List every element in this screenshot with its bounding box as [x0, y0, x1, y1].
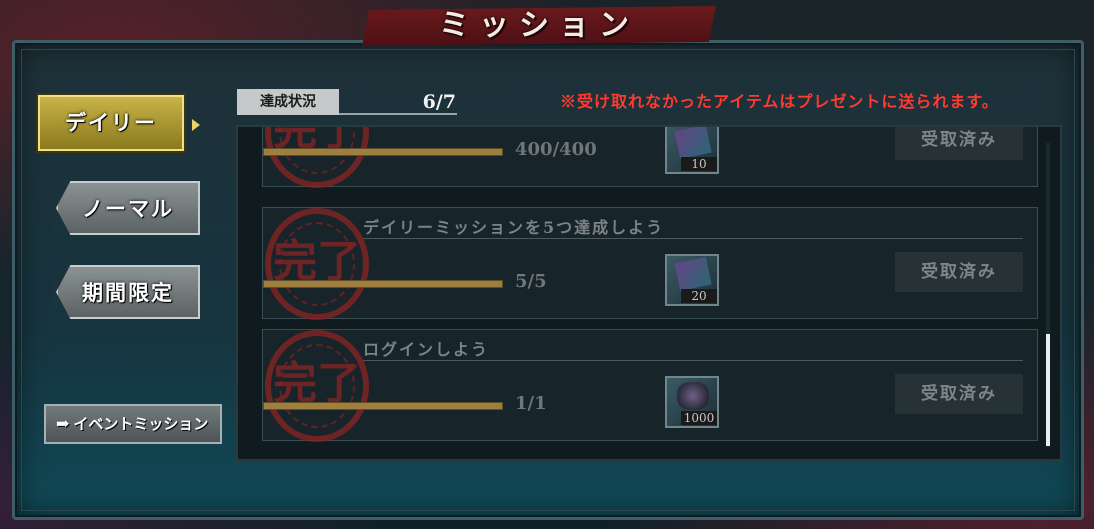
gem-pack-icon: [674, 256, 712, 292]
progress-label: 達成状況: [237, 89, 339, 115]
mission-title: デイリーミッションを5つ達成しよう: [363, 218, 665, 237]
divider: [363, 360, 1023, 361]
tab-daily[interactable]: デイリー: [38, 95, 184, 151]
reward-quantity: 1000: [681, 411, 717, 425]
mission-progress-bar: [263, 148, 503, 156]
gem-pack-icon: [674, 127, 712, 160]
claimed-button[interactable]: 受取済み: [895, 374, 1023, 414]
tab-normal[interactable]: ノーマル: [56, 181, 200, 235]
scrollbar-thumb[interactable]: [1046, 334, 1050, 446]
mission-progress-bar: [263, 402, 503, 410]
mission-title: ログインしよう: [363, 340, 490, 359]
completed-stamp-icon: 完了: [265, 330, 369, 442]
mission-progress-fill: [264, 281, 502, 287]
mission-progress-bar: [263, 280, 503, 288]
mission-row: 完了 ログインしよう 1/1 1000 受取済み: [262, 329, 1038, 442]
mission-progress-count: 5/5: [515, 271, 547, 292]
claimed-button[interactable]: 受取済み: [895, 252, 1023, 292]
notice-text: ※受け取れなかったアイテムはプレゼントに送られます。: [560, 92, 999, 111]
active-tab-arrow-icon: [192, 119, 200, 131]
mission-row: 完了 デイリーミッションを5つ達成しよう 5/5 20 受取済み: [262, 207, 1038, 320]
crystal-item-icon: [677, 382, 709, 410]
reward-quantity: 10: [681, 157, 717, 171]
event-mission-button[interactable]: ➡ イベントミッション: [44, 404, 222, 444]
reward-item[interactable]: 10: [665, 127, 719, 174]
progress-value: 6/7: [422, 91, 456, 113]
tab-limited[interactable]: 期間限定: [56, 265, 200, 319]
reward-quantity: 20: [681, 289, 717, 303]
reward-item[interactable]: 20: [665, 254, 719, 306]
mission-progress-fill: [264, 403, 502, 409]
completed-stamp-icon: 完了: [265, 208, 369, 320]
tab-daily-label: デイリー: [65, 110, 157, 135]
event-mission-label: イベントミッション: [73, 415, 209, 433]
reward-item[interactable]: 1000: [665, 376, 719, 428]
completed-stamp-icon: 完了: [265, 127, 369, 188]
mission-progress-fill: [264, 149, 502, 155]
tab-normal-label: ノーマル: [82, 196, 174, 221]
mission-progress-count: 400/400: [515, 139, 597, 160]
mission-progress-count: 1/1: [515, 393, 547, 414]
claimed-button[interactable]: 受取済み: [895, 127, 1023, 160]
arrow-right-icon: ➡: [56, 414, 70, 433]
mission-list[interactable]: 完了 400/400 10 受取済み 完了 デイリーミッションを5つ達成しよう …: [236, 125, 1062, 461]
page-title: ミッション: [439, 8, 639, 43]
mission-row: 完了 400/400 10 受取済み: [262, 127, 1038, 188]
tab-limited-label: 期間限定: [82, 280, 174, 305]
divider: [363, 238, 1023, 239]
